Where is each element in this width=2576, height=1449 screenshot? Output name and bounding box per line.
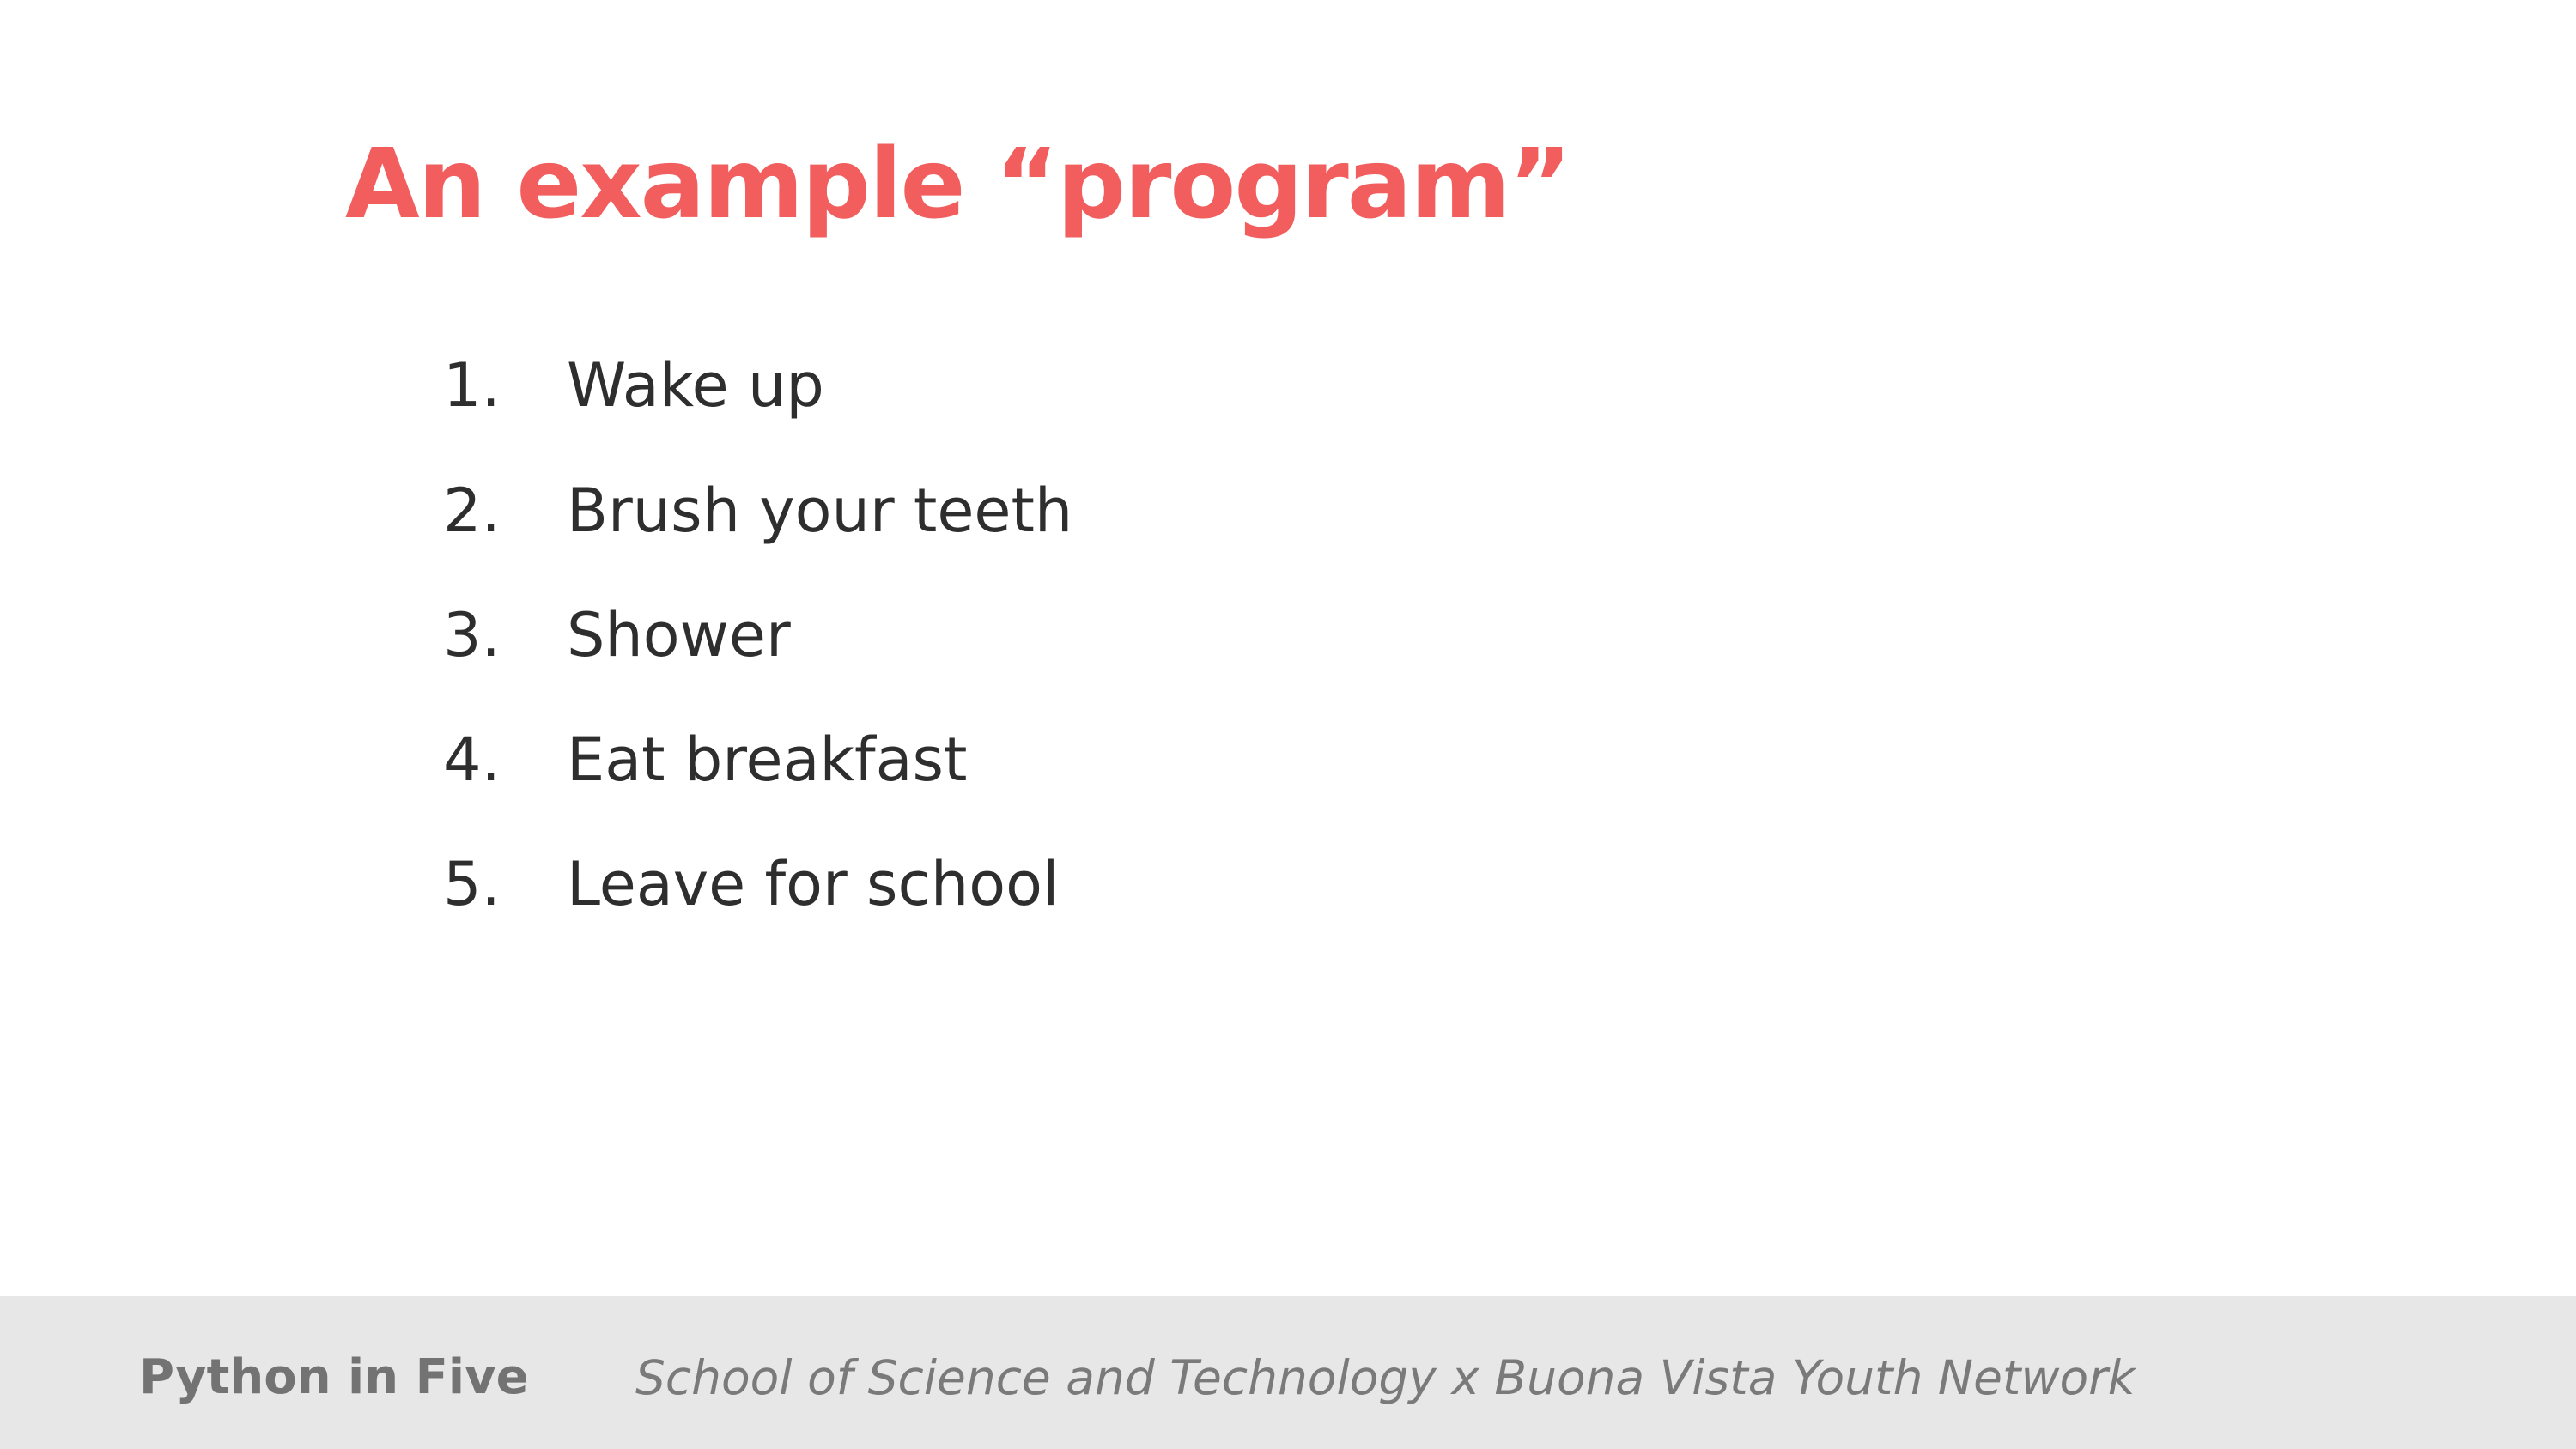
footer-credit: School of Science and Technology x Buona… [635,1350,2136,1405]
step-label: Brush your teeth [567,476,1073,546]
footer-bar: Python in Five School of Science and Tec… [0,1296,2576,1449]
step-number: 3. [443,600,501,670]
list-item: 2. Brush your teeth [0,464,1202,558]
list-item: 4. Eat breakfast [0,712,1202,807]
slide-title: An example “program” [345,129,1572,240]
step-label: Leave for school [567,849,1060,919]
slide: An example “program” 1. Wake up 2. Brush… [0,0,2576,1449]
step-number: 4. [443,724,501,795]
list-item: 5. Leave for school [0,837,1202,931]
step-number: 2. [443,476,501,546]
step-label: Shower [567,600,791,670]
list-item: 3. Shower [0,588,1202,682]
step-label: Eat breakfast [567,724,968,795]
list-item: 1. Wake up [0,338,1202,433]
step-label: Wake up [567,350,824,421]
footer-brand: Python in Five [139,1349,529,1405]
step-number: 1. [443,350,501,421]
step-number: 5. [443,849,501,919]
